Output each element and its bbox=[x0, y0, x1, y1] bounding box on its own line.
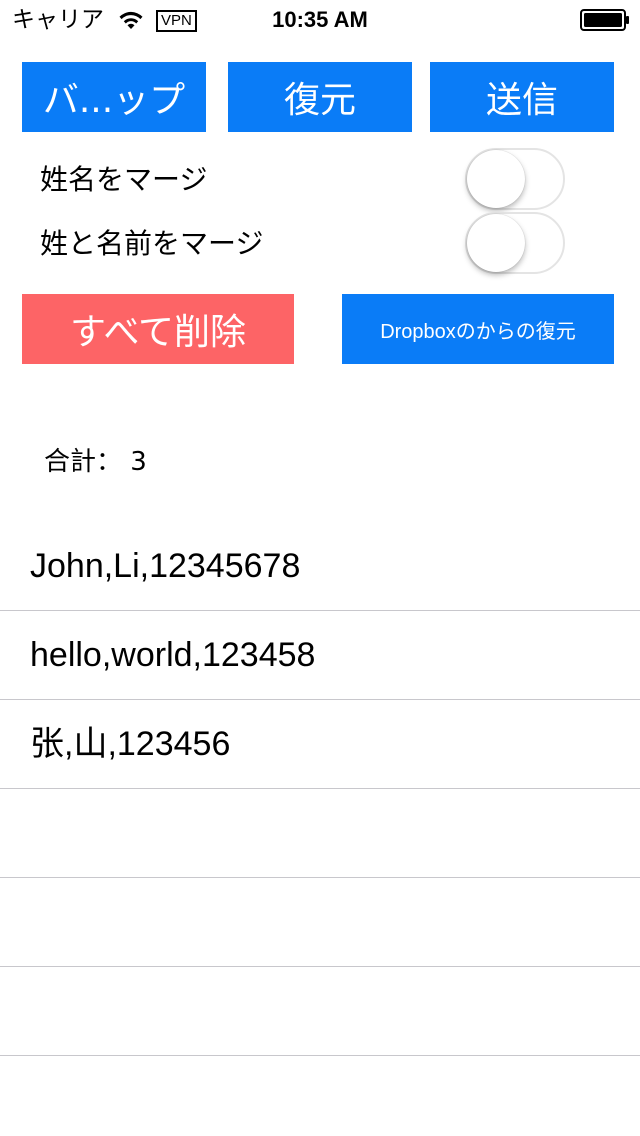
empty-list-item bbox=[0, 967, 640, 1056]
toggle-knob bbox=[467, 214, 525, 272]
merge-lastname-firstname-toggle[interactable] bbox=[465, 212, 565, 274]
delete-all-button[interactable]: すべて削除 bbox=[22, 294, 294, 364]
merge-fullname-toggle[interactable] bbox=[465, 148, 565, 210]
status-bar: キャリア VPN 10:35 AM bbox=[0, 0, 640, 40]
dropbox-restore-button[interactable]: Dropboxのからの復元 bbox=[342, 294, 614, 364]
list-item[interactable]: 张,山,123456 bbox=[0, 700, 640, 789]
list-item-text: 张,山,123456 bbox=[30, 725, 231, 763]
records-list: John,Li,12345678 hello,world,123458 张,山,… bbox=[0, 522, 640, 1056]
send-button[interactable]: 送信 bbox=[430, 62, 614, 132]
restore-button[interactable]: 復元 bbox=[228, 62, 412, 132]
empty-list-item bbox=[0, 789, 640, 878]
total-count: 合計： 3 bbox=[44, 447, 147, 477]
clock: 10:35 AM bbox=[272, 7, 368, 32]
list-item[interactable]: John,Li,12345678 bbox=[0, 522, 640, 611]
list-item-text: John,Li,12345678 bbox=[30, 547, 301, 585]
backup-button[interactable]: バ...ップ bbox=[22, 62, 206, 132]
list-item-text: hello,world,123458 bbox=[30, 636, 316, 674]
merge-lastname-firstname-label: 姓と名前をマージ bbox=[40, 227, 264, 260]
merge-fullname-label: 姓名をマージ bbox=[40, 163, 208, 196]
battery-icon bbox=[580, 9, 629, 31]
list-item[interactable]: hello,world,123458 bbox=[0, 611, 640, 700]
empty-list-item bbox=[0, 878, 640, 967]
toggle-knob bbox=[467, 150, 525, 208]
